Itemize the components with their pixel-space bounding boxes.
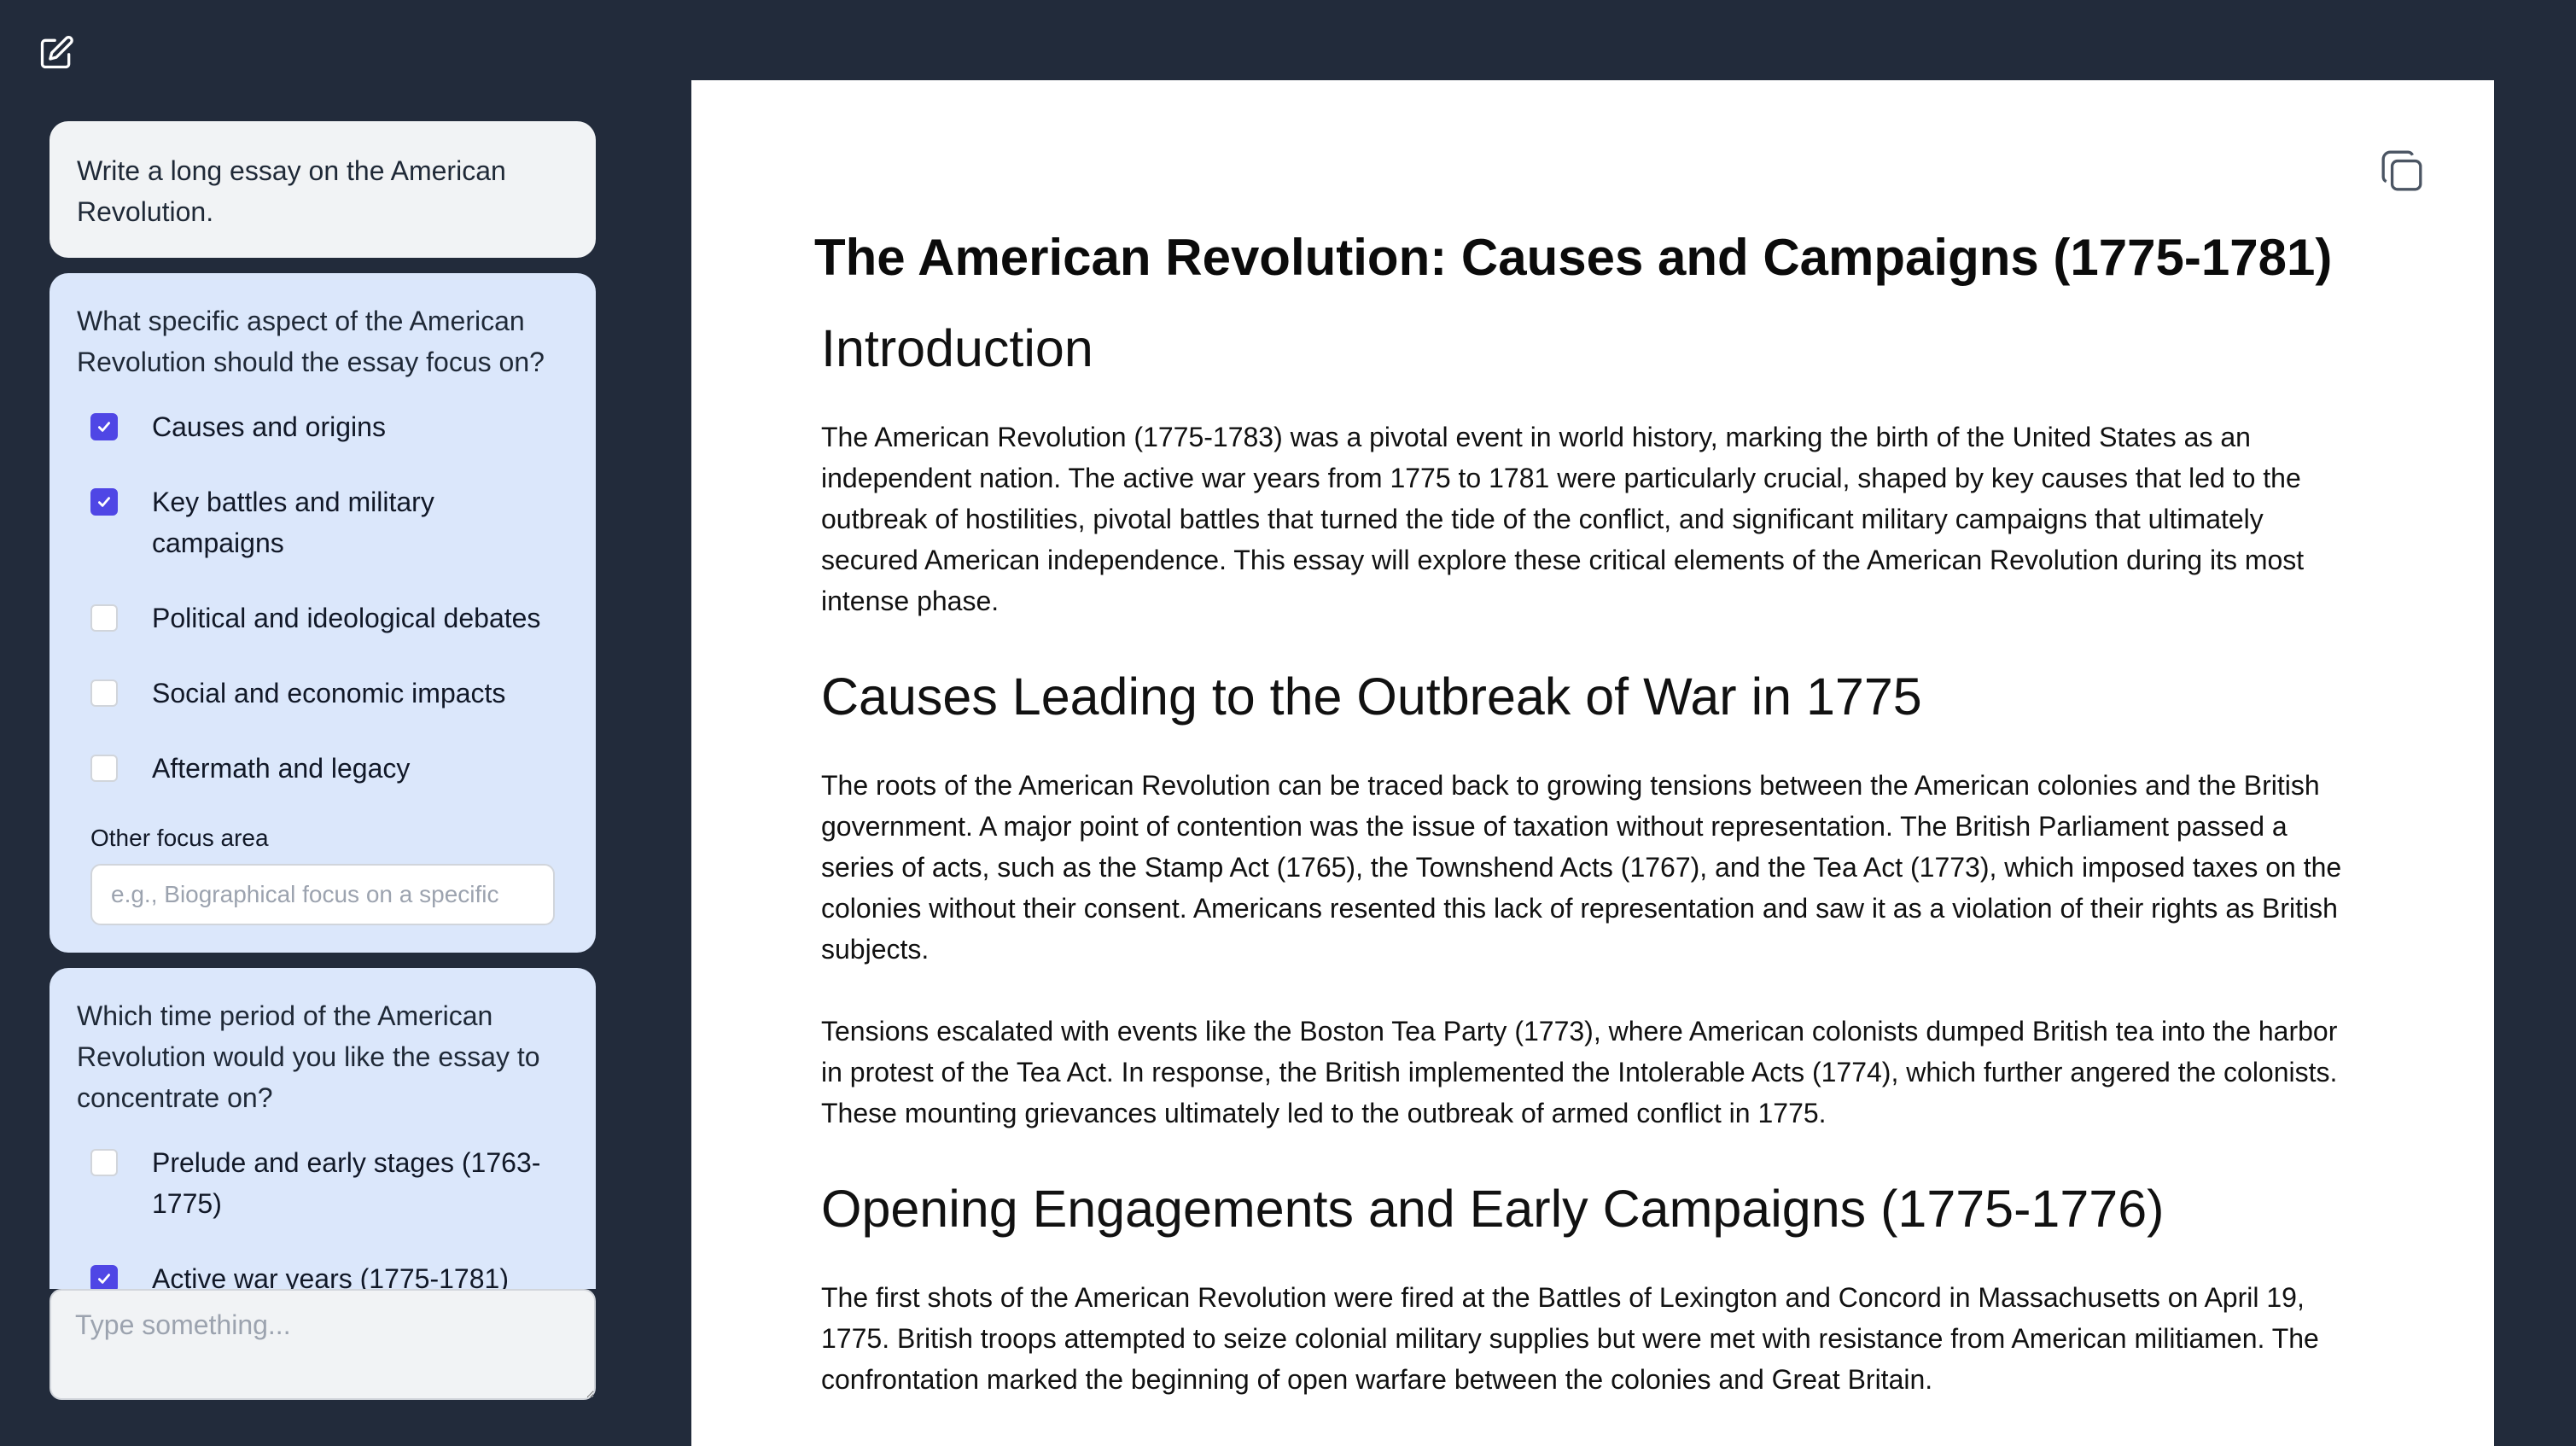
check-icon bbox=[98, 497, 110, 507]
checkbox-checked[interactable] bbox=[90, 488, 118, 516]
paragraph: The American Revolution (1775-1783) was … bbox=[821, 422, 2305, 616]
check-icon bbox=[98, 422, 110, 432]
chat-sidebar: Write a long essay on the American Revol… bbox=[50, 121, 596, 1289]
new-chat-button[interactable] bbox=[34, 32, 79, 77]
user-message: Write a long essay on the American Revol… bbox=[50, 121, 596, 258]
option-social-economic[interactable]: Social and economic impacts bbox=[77, 673, 568, 714]
option-label: Aftermath and legacy bbox=[152, 753, 411, 784]
other-focus-input[interactable] bbox=[90, 864, 555, 925]
copy-button[interactable] bbox=[2378, 149, 2426, 196]
option-active-war-years[interactable]: Active war years (1775-1781) bbox=[77, 1258, 568, 1289]
question-text: Which time period of the American Revolu… bbox=[77, 1000, 540, 1113]
option-label: Political and ideological debates bbox=[152, 603, 541, 633]
option-causes-and-origins[interactable]: Causes and origins bbox=[77, 406, 568, 447]
copy-icon bbox=[2379, 148, 2425, 198]
checkbox-unchecked[interactable] bbox=[90, 604, 118, 632]
question-text: What specific aspect of the American Rev… bbox=[77, 306, 545, 377]
document-panel: The American Revolution: Causes and Camp… bbox=[691, 80, 2494, 1446]
paragraph: The first shots of the American Revoluti… bbox=[821, 1282, 2319, 1395]
question-card-focus: What specific aspect of the American Rev… bbox=[50, 273, 596, 953]
paragraph: Tensions escalated with events like the … bbox=[821, 1016, 2338, 1128]
option-key-battles[interactable]: Key battles and military campaigns bbox=[77, 481, 568, 563]
checkbox-checked[interactable] bbox=[90, 1265, 118, 1289]
option-aftermath-legacy[interactable]: Aftermath and legacy bbox=[77, 748, 568, 789]
section-heading-introduction: Introduction bbox=[821, 319, 1093, 377]
edit-icon bbox=[38, 34, 75, 76]
check-icon bbox=[98, 1274, 110, 1284]
option-political-debates[interactable]: Political and ideological debates bbox=[77, 598, 568, 638]
option-label: Active war years (1775-1781) bbox=[152, 1263, 509, 1289]
other-focus-label: Other focus area bbox=[90, 825, 269, 851]
option-label: Key battles and military campaigns bbox=[152, 487, 434, 558]
option-label: Prelude and early stages (1763-1775) bbox=[152, 1147, 541, 1219]
message-input[interactable] bbox=[50, 1289, 596, 1400]
checkbox-unchecked[interactable] bbox=[90, 1149, 118, 1176]
question-card-time-period: Which time period of the American Revolu… bbox=[50, 968, 596, 1289]
option-label: Causes and origins bbox=[152, 411, 386, 442]
checkbox-checked[interactable] bbox=[90, 413, 118, 440]
checkbox-unchecked[interactable] bbox=[90, 679, 118, 707]
paragraph: The roots of the American Revolution can… bbox=[821, 770, 2342, 965]
section-heading-opening-engagements: Opening Engagements and Early Campaigns … bbox=[821, 1180, 2165, 1238]
option-label: Social and economic impacts bbox=[152, 678, 506, 708]
option-prelude-early-stages[interactable]: Prelude and early stages (1763-1775) bbox=[77, 1142, 568, 1224]
document-title: The American Revolution: Causes and Camp… bbox=[814, 229, 2333, 286]
section-heading-causes: Causes Leading to the Outbreak of War in… bbox=[821, 668, 1922, 726]
checkbox-unchecked[interactable] bbox=[90, 755, 118, 782]
document-content: The American Revolution: Causes and Camp… bbox=[814, 227, 2357, 1400]
user-message-text: Write a long essay on the American Revol… bbox=[77, 155, 506, 227]
